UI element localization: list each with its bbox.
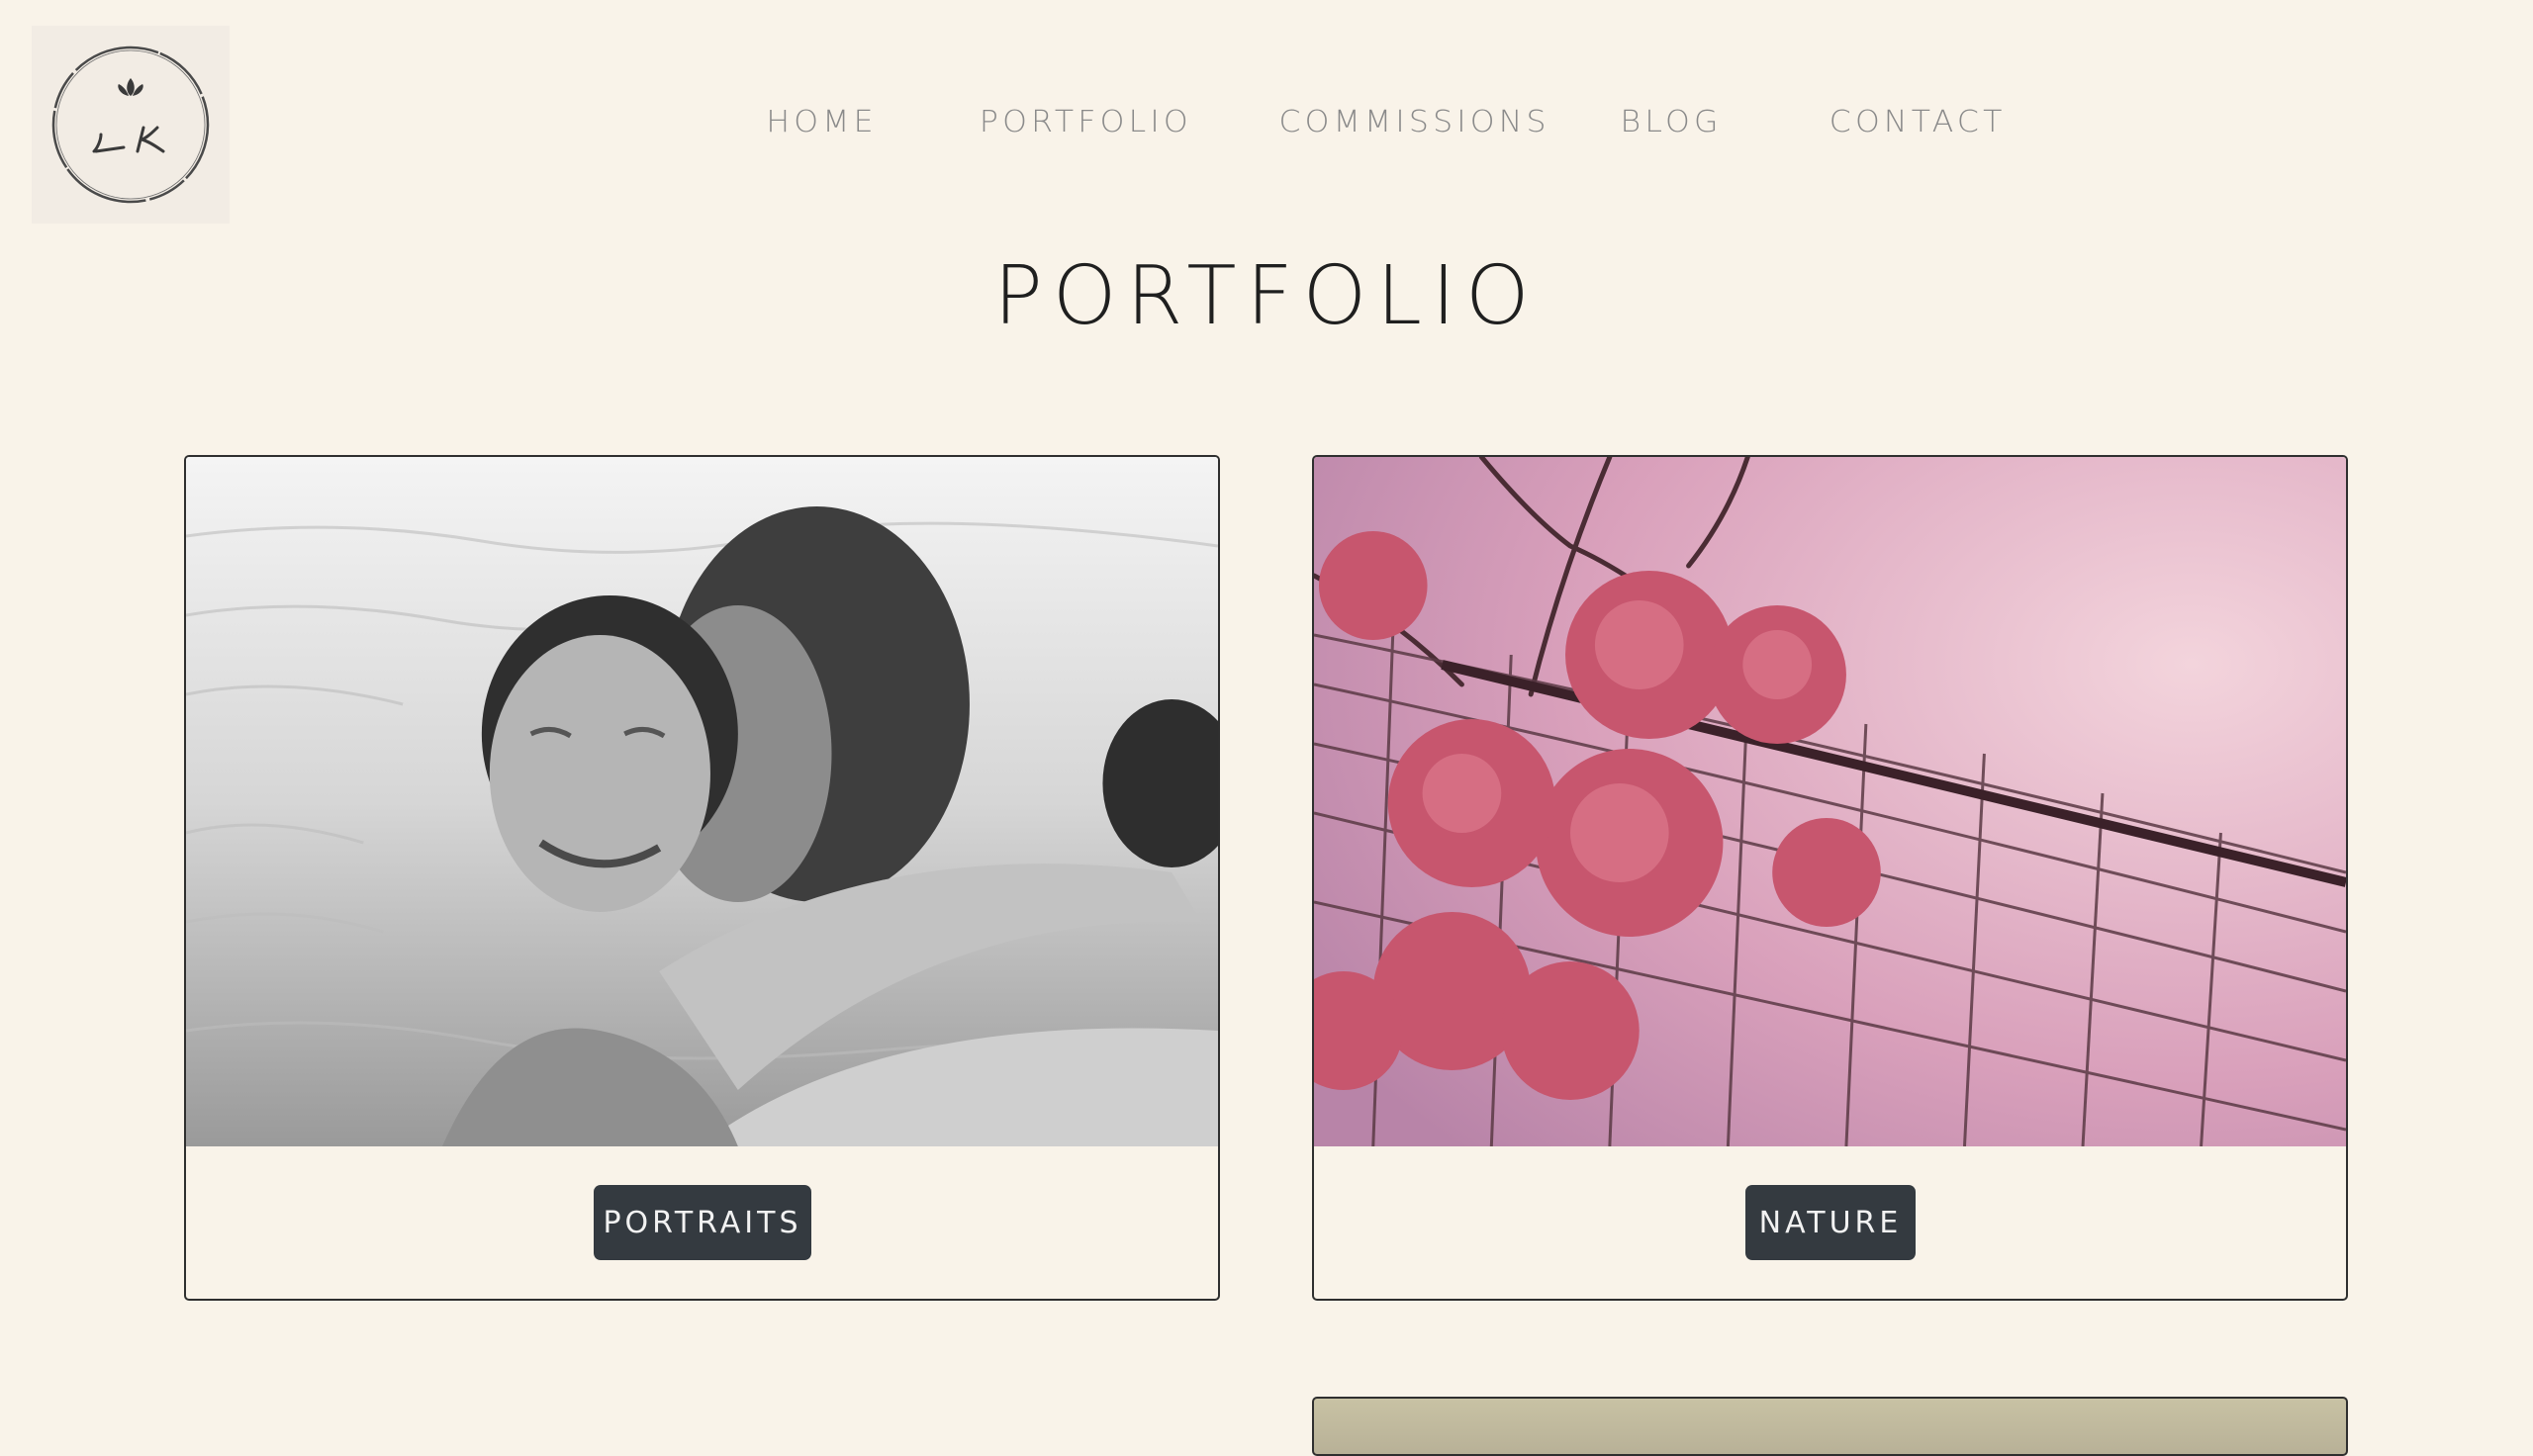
nav-home[interactable]: HOME — [766, 105, 877, 139]
portraits-button[interactable]: PORTRAITS — [594, 1185, 811, 1260]
lotus-icon — [118, 78, 143, 96]
main-nav: HOME PORTFOLIO COMMISSIONS BLOG CONTACT — [0, 105, 2533, 144]
page-title: PORTFOLIO — [993, 249, 1540, 343]
nature-button[interactable]: NATURE — [1745, 1185, 1916, 1260]
nav-blog[interactable]: BLOG — [1621, 105, 1723, 139]
nature-photo[interactable] — [1314, 457, 2346, 1146]
portfolio-card-next[interactable] — [1312, 1397, 2348, 1456]
nav-portfolio[interactable]: PORTFOLIO — [980, 105, 1192, 139]
portfolio-card-portraits: PORTRAITS — [184, 455, 1220, 1301]
nav-contact[interactable]: CONTACT — [1829, 105, 2007, 139]
portraits-photo[interactable] — [186, 457, 1218, 1146]
nav-commissions[interactable]: COMMISSIONS — [1278, 105, 1549, 139]
portfolio-card-nature: NATURE — [1312, 455, 2348, 1301]
